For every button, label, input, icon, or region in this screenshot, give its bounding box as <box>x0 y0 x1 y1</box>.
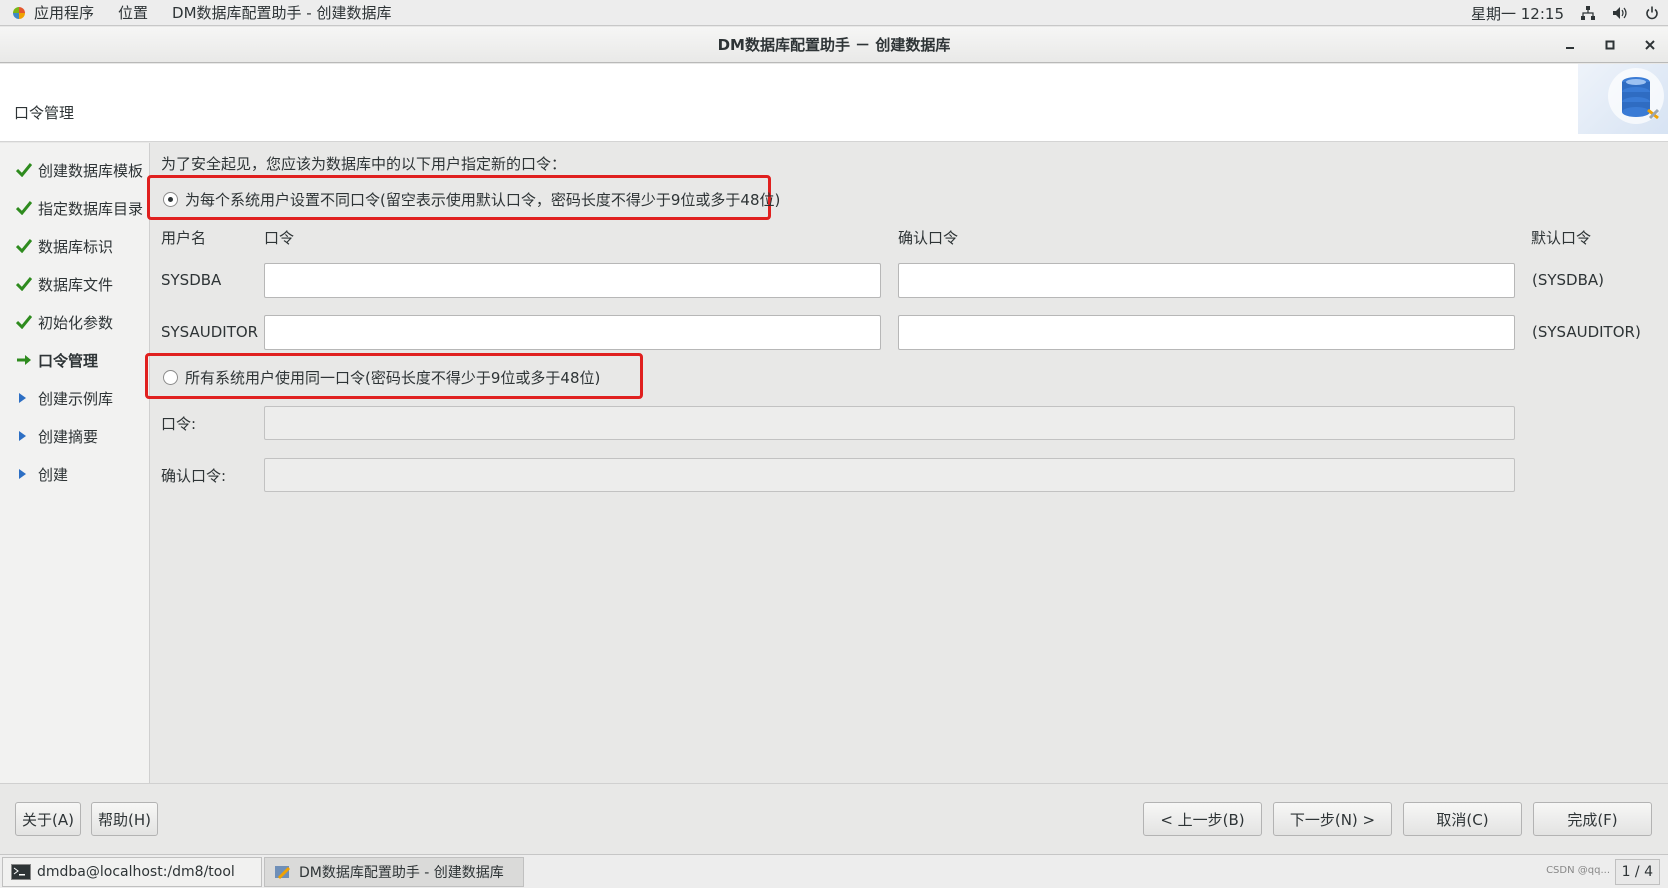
taskbar: dmdba@localhost:/dm8/tool DM数据库配置助手 - 创建… <box>0 854 1668 888</box>
help-button[interactable]: 帮助(H) <box>91 802 158 836</box>
step-label: 创建数据库模板 <box>38 161 144 180</box>
triangle-right-icon <box>19 469 26 479</box>
triangle-right-icon <box>19 431 26 441</box>
sysauditor-password-input[interactable] <box>264 315 881 350</box>
step-label: 数据库标识 <box>38 237 114 256</box>
triangle-right-icon <box>19 393 26 403</box>
close-icon[interactable] <box>1640 35 1660 55</box>
finish-button[interactable]: 完成(F) <box>1533 802 1652 836</box>
applications-menu-label: 应用程序 <box>34 4 95 22</box>
back-button[interactable]: < 上一步(B) <box>1143 802 1262 836</box>
next-button[interactable]: 下一步(N) > <box>1273 802 1392 836</box>
page-title: 口令管理 <box>14 104 75 122</box>
dm-assistant-icon <box>273 864 293 880</box>
step-init-params: 初始化参数 <box>0 303 149 341</box>
terminal-icon <box>11 863 31 880</box>
password-panel: 为了安全起见，您应该为数据库中的以下用户指定新的口令： 为每个系统用户设置不同口… <box>145 143 1668 783</box>
step-label: 初始化参数 <box>38 313 114 332</box>
step-create: 创建 <box>0 455 149 493</box>
default-password-sysdba: (SYSDBA) <box>1532 271 1605 289</box>
button-bar: 关于(A) 帮助(H) < 上一步(B) 下一步(N) > 取消(C) 完成(F… <box>0 783 1668 854</box>
database-logo-icon <box>1578 64 1668 134</box>
column-header-confirm: 确认口令 <box>898 229 959 247</box>
task-terminal[interactable]: dmdba@localhost:/dm8/tool <box>2 856 262 887</box>
wizard-steps: 创建数据库模板 指定数据库目录 数据库标识 数据库文件 初始化参数 口令管理 创… <box>0 143 150 783</box>
sysauditor-confirm-input[interactable] <box>898 315 1515 350</box>
column-header-username: 用户名 <box>161 229 207 247</box>
step-label: 创建 <box>38 465 69 484</box>
check-icon <box>16 315 32 329</box>
check-icon <box>16 239 32 253</box>
check-icon <box>16 201 32 215</box>
task-dm-assistant[interactable]: DM数据库配置助手 - 创建数据库 <box>264 856 524 887</box>
radio-individual-label: 为每个系统用户设置不同口令(留空表示使用默认口令，密码长度不得少于9位或多于48… <box>185 191 781 209</box>
step-label: 口令管理 <box>38 351 99 370</box>
step-label: 创建摘要 <box>38 427 99 446</box>
same-password-input[interactable] <box>264 406 1515 440</box>
radio-button-unselected[interactable] <box>163 370 178 385</box>
sysdba-password-input[interactable] <box>264 263 881 298</box>
applications-logo-icon <box>12 6 26 20</box>
step-database-id: 数据库标识 <box>0 227 149 265</box>
step-label: 创建示例库 <box>38 389 114 408</box>
workspace-pager[interactable]: 1 / 4 <box>1614 859 1660 885</box>
power-icon[interactable] <box>1644 5 1660 21</box>
column-header-default: 默认口令 <box>1531 229 1592 247</box>
applications-menu[interactable]: 应用程序 <box>0 0 106 26</box>
page-header: 口令管理 <box>0 64 1668 142</box>
same-confirm-input[interactable] <box>264 458 1515 492</box>
task-terminal-label: dmdba@localhost:/dm8/tool <box>37 863 235 880</box>
radio-same-label: 所有系统用户使用同一口令(密码长度不得少于9位或多于48位) <box>185 369 601 387</box>
radio-button-selected[interactable] <box>163 192 178 207</box>
same-confirm-label: 确认口令: <box>161 467 227 485</box>
step-label: 指定数据库目录 <box>38 199 144 218</box>
step-label: 数据库文件 <box>38 275 114 294</box>
step-password-management: 口令管理 <box>0 341 149 379</box>
clock[interactable]: 星期一 12:15 <box>1471 3 1564 24</box>
intro-text: 为了安全起见，您应该为数据库中的以下用户指定新的口令： <box>161 155 567 173</box>
volume-icon[interactable] <box>1612 5 1628 21</box>
check-icon <box>16 277 32 291</box>
username-sysauditor: SYSAUDITOR <box>161 323 259 341</box>
same-password-label: 口令: <box>161 415 197 433</box>
about-button[interactable]: 关于(A) <box>15 802 81 836</box>
step-create-sample: 创建示例库 <box>0 379 149 417</box>
arrow-right-icon <box>17 355 31 365</box>
radio-individual-passwords[interactable]: 为每个系统用户设置不同口令(留空表示使用默认口令，密码长度不得少于9位或多于48… <box>163 189 780 210</box>
places-menu[interactable]: 位置 <box>106 0 160 26</box>
active-app-menu-label: DM数据库配置助手 - 创建数据库 <box>172 4 392 22</box>
maximize-icon[interactable] <box>1600 35 1620 55</box>
step-specify-directory: 指定数据库目录 <box>0 189 149 227</box>
default-password-sysauditor: (SYSAUDITOR) <box>1532 323 1641 341</box>
minimize-icon[interactable] <box>1560 35 1580 55</box>
column-header-password: 口令 <box>264 229 295 247</box>
cancel-button[interactable]: 取消(C) <box>1403 802 1522 836</box>
sysdba-confirm-input[interactable] <box>898 263 1515 298</box>
username-sysdba: SYSDBA <box>161 271 222 289</box>
window-title: DM数据库配置助手 － 创建数据库 <box>717 36 951 54</box>
check-icon <box>16 163 32 177</box>
radio-same-password[interactable]: 所有系统用户使用同一口令(密码长度不得少于9位或多于48位) <box>163 367 600 388</box>
watermark: CSDN @qq... <box>1546 865 1610 876</box>
step-database-files: 数据库文件 <box>0 265 149 303</box>
task-dm-assistant-label: DM数据库配置助手 - 创建数据库 <box>299 864 504 881</box>
window-title-bar[interactable]: DM数据库配置助手 － 创建数据库 <box>0 27 1668 63</box>
step-create-template: 创建数据库模板 <box>0 151 149 189</box>
step-create-summary: 创建摘要 <box>0 417 149 455</box>
network-icon[interactable] <box>1580 5 1596 21</box>
places-menu-label: 位置 <box>118 4 149 22</box>
top-panel: 应用程序 位置 DM数据库配置助手 - 创建数据库 星期一 12:15 <box>0 0 1668 26</box>
active-app-menu[interactable]: DM数据库配置助手 - 创建数据库 <box>160 0 403 26</box>
